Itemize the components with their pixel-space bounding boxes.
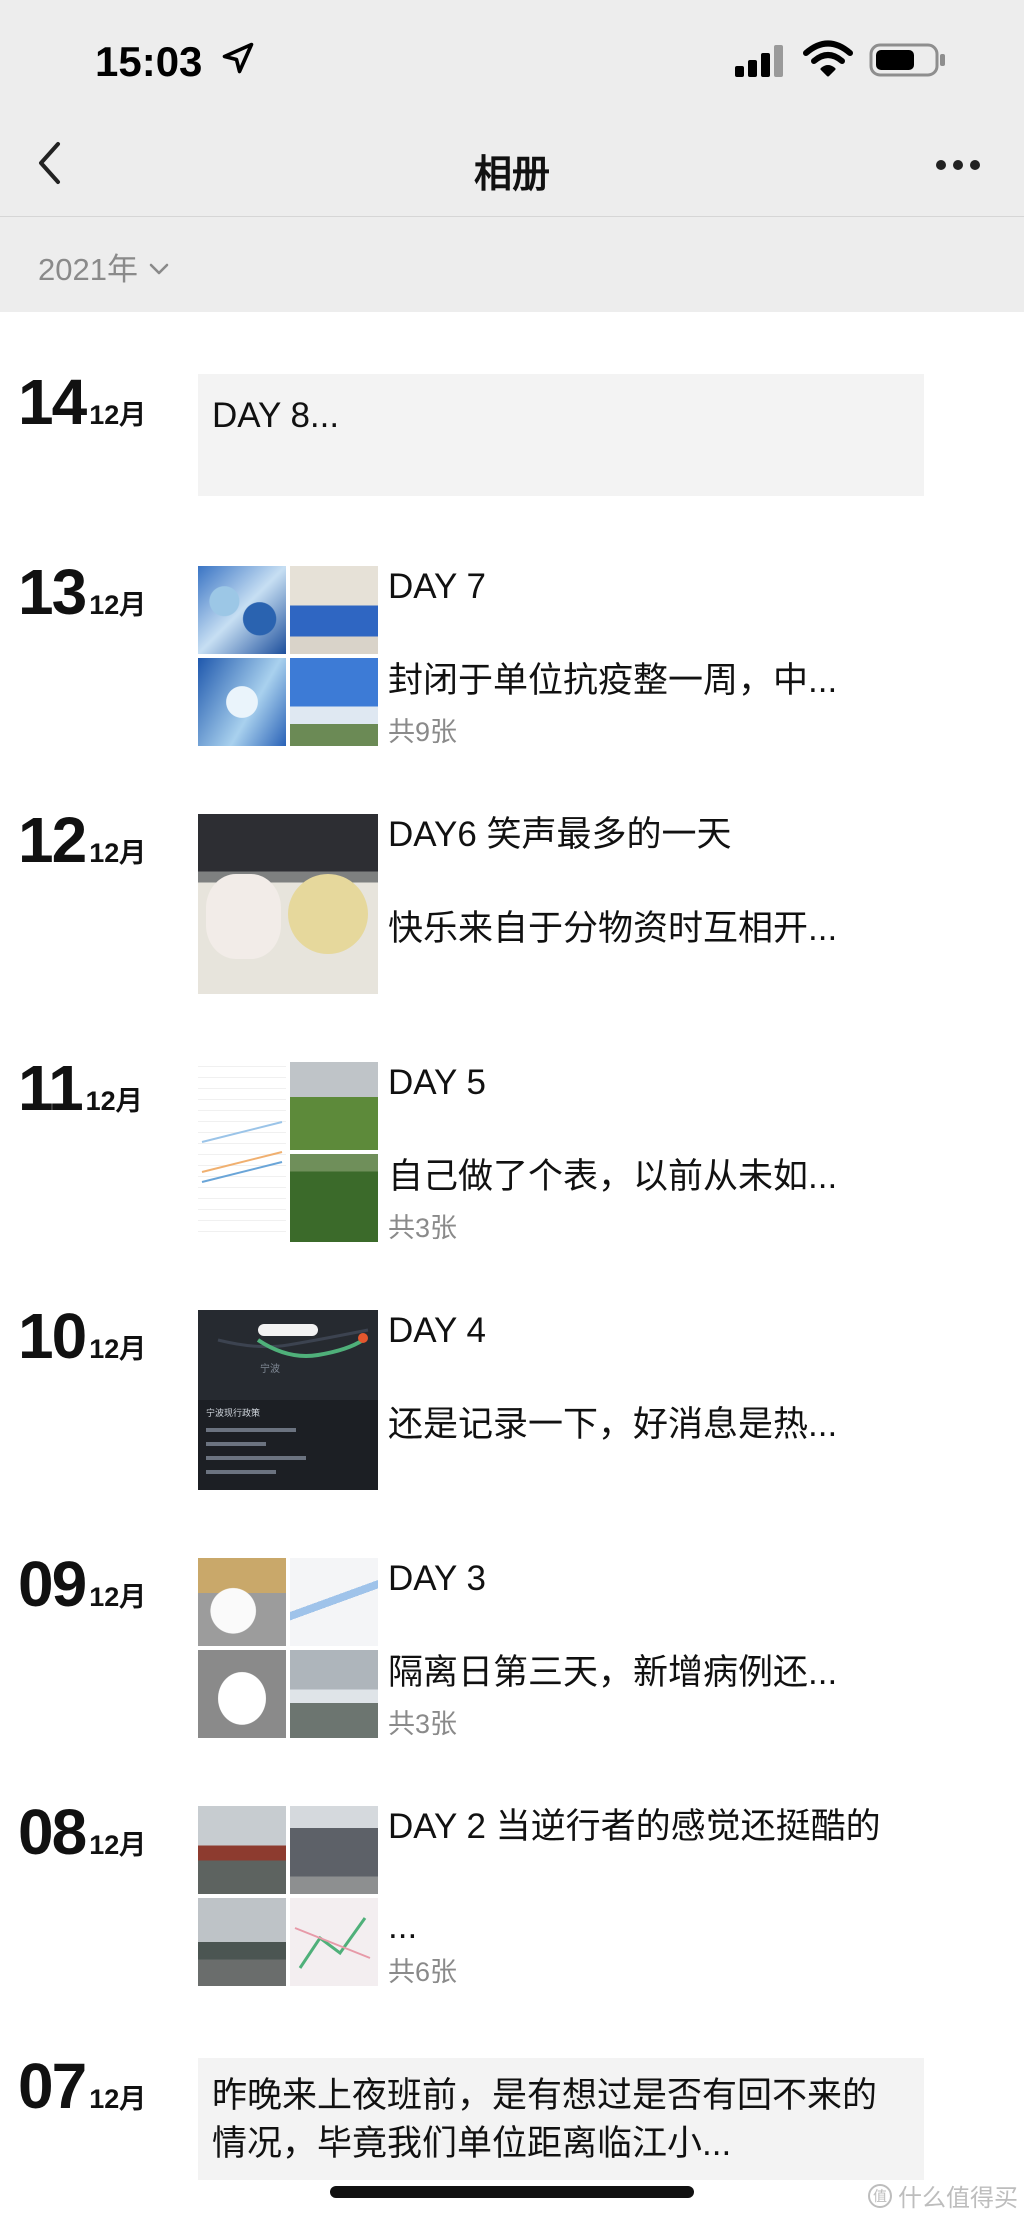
battery-icon xyxy=(869,43,945,77)
entry-month: 12月 xyxy=(89,838,147,868)
post-title: DAY 3 xyxy=(388,1559,486,1598)
entry-date: 12 12月 xyxy=(18,808,146,872)
photo-thumbnail-grid[interactable] xyxy=(198,566,378,746)
entry-day: 07 xyxy=(18,2050,87,2122)
photo: 宁波 宁波现行政策 xyxy=(198,1310,378,1490)
photo-thumbnail-grid[interactable] xyxy=(198,1806,378,1986)
entry-month: 12月 xyxy=(89,1582,147,1612)
post-description: 封闭于单位抗疫整一周，中... xyxy=(388,661,838,700)
post-description: 隔离日第三天，新增病例还... xyxy=(388,1653,838,1692)
entry-day: 12 xyxy=(18,804,87,876)
entry-date: 11 12月 xyxy=(18,1056,143,1120)
entry-date: 07 12月 xyxy=(18,2054,146,2118)
map-screenshot-graphic: 宁波 宁波现行政策 xyxy=(198,1324,378,1490)
map-label: 宁波 xyxy=(260,1362,280,1375)
page-title: 相册 xyxy=(473,154,550,196)
post-description: 自己做了个表，以前从未如... xyxy=(388,1157,838,1196)
photo xyxy=(290,1062,378,1150)
entry-day: 11 xyxy=(18,1052,84,1124)
entry-day: 09 xyxy=(18,1548,87,1620)
photo-thumbnail[interactable]: 宁波 宁波现行政策 xyxy=(198,1310,378,1490)
watermark-logo-icon: 值 xyxy=(868,2183,892,2208)
status-bar: 15:03 xyxy=(0,0,1024,120)
photo xyxy=(290,1806,378,1894)
route-map-graphic xyxy=(294,1917,371,1969)
photo xyxy=(198,566,286,654)
year-filter[interactable]: 2021年 xyxy=(38,244,170,289)
photo-count: 共3张 xyxy=(388,1709,458,1739)
photo-thumbnail[interactable] xyxy=(198,814,378,994)
entry-month: 12月 xyxy=(89,400,147,430)
entry-date: 08 12月 xyxy=(18,1800,146,1864)
photo xyxy=(198,1650,286,1738)
post-title: DAY 2 当逆行者的感觉还挺酷的 xyxy=(388,1807,881,1846)
entry-day: 13 xyxy=(18,556,87,628)
entry-date: 13 12月 xyxy=(18,560,146,624)
text-post[interactable]: 昨晚来上夜班前，是有想过是否有回不来的情况，毕竟我们单位距离临江小... xyxy=(198,2058,924,2180)
photo xyxy=(290,658,378,746)
photo-count: 共3张 xyxy=(388,1213,458,1243)
entry-month: 12月 xyxy=(89,590,147,620)
watermark-text: 什么值得买 xyxy=(898,2185,1018,2212)
entry-day: 08 xyxy=(18,1796,87,1868)
photo xyxy=(290,1650,378,1738)
post-description: ... xyxy=(388,1907,418,1946)
photo-count: 共9张 xyxy=(388,717,458,747)
watermark: 值 什么值得买 xyxy=(868,2178,1018,2213)
entry-date: 14 12月 xyxy=(18,370,146,434)
photo-thumbnail-grid[interactable] xyxy=(198,1062,378,1242)
post-title: DAY 4 xyxy=(388,1311,486,1350)
status-time: 15:03 xyxy=(95,38,203,85)
cellular-signal-icon xyxy=(735,45,783,77)
chart-thumbnail-lines xyxy=(201,1121,283,1183)
entry-month: 12月 xyxy=(89,2084,147,2114)
post-description: 快乐来自于分物资时互相开... xyxy=(388,909,838,948)
entry-month: 12月 xyxy=(89,1334,147,1364)
entry-day: 14 xyxy=(18,366,87,438)
photo xyxy=(290,566,378,654)
entry-day: 10 xyxy=(18,1300,87,1372)
year-filter-label: 2021年 xyxy=(38,252,138,287)
post-title: DAY 5 xyxy=(388,1063,486,1102)
entry-date: 09 12月 xyxy=(18,1552,146,1616)
location-arrow-icon xyxy=(222,42,254,74)
photo-count: 共6张 xyxy=(388,1957,458,1987)
wifi-icon xyxy=(803,40,853,77)
photo xyxy=(198,1898,286,1986)
home-indicator xyxy=(330,2186,694,2198)
photo xyxy=(290,1898,378,1986)
photo xyxy=(290,1558,378,1646)
photo-thumbnail-grid[interactable] xyxy=(198,1558,378,1738)
photo xyxy=(198,1558,286,1646)
post-title: DAY6 笑声最多的一天 xyxy=(388,815,732,854)
chevron-down-icon xyxy=(149,263,169,274)
map-label: 宁波现行政策 xyxy=(206,1407,260,1419)
post-title: DAY 7 xyxy=(388,567,486,606)
more-options-icon[interactable] xyxy=(934,158,982,172)
text-post[interactable]: DAY 8... xyxy=(198,374,924,496)
photo xyxy=(198,1062,286,1242)
photo xyxy=(290,1154,378,1242)
photo xyxy=(198,658,286,746)
photo xyxy=(198,1806,286,1894)
header-divider xyxy=(0,216,1024,217)
entry-date: 10 12月 xyxy=(18,1304,146,1368)
photo xyxy=(198,814,378,994)
entry-month: 12月 xyxy=(85,1086,143,1116)
entry-month: 12月 xyxy=(89,1830,147,1860)
post-description: 还是记录一下，好消息是热... xyxy=(388,1405,838,1444)
